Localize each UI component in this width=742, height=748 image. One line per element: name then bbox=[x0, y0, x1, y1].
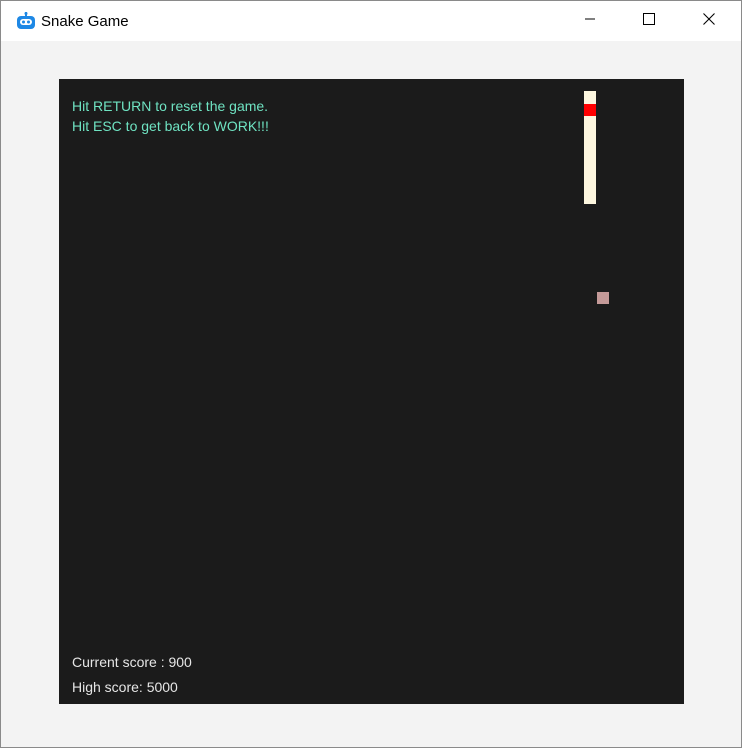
exit-instruction: Hit ESC to get back to WORK!!! bbox=[72, 118, 269, 134]
close-icon bbox=[703, 12, 715, 30]
maximize-icon bbox=[643, 12, 655, 30]
close-button[interactable] bbox=[686, 1, 732, 41]
snake-head bbox=[584, 104, 596, 116]
current-score: Current score : 900 bbox=[72, 654, 192, 670]
title-bar[interactable]: Snake Game bbox=[1, 1, 741, 41]
reset-instruction: Hit RETURN to reset the game. bbox=[72, 98, 269, 114]
game-board[interactable]: Hit RETURN to reset the game. Hit ESC to… bbox=[59, 79, 684, 704]
maximize-button[interactable] bbox=[626, 1, 672, 41]
robot-app-icon bbox=[16, 12, 36, 30]
window-title: Snake Game bbox=[41, 13, 129, 30]
app-window: Snake Game Hit RETURN to reset the game.… bbox=[0, 0, 742, 748]
food-pellet bbox=[597, 292, 609, 304]
minimize-icon bbox=[584, 12, 596, 30]
high-score: High score: 5000 bbox=[72, 679, 178, 695]
minimize-button[interactable] bbox=[567, 1, 613, 41]
